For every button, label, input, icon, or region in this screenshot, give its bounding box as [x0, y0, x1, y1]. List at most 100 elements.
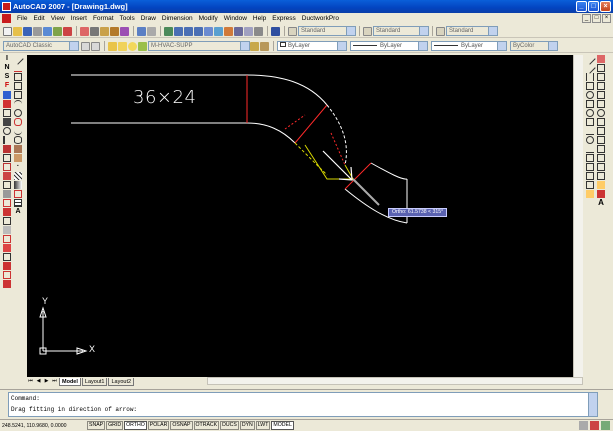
- table-style-select[interactable]: Standard: [446, 26, 498, 36]
- rectangle-icon[interactable]: [14, 91, 22, 99]
- polar-toggle[interactable]: POLAR: [147, 421, 170, 430]
- make-object-layer-current-icon[interactable]: [250, 41, 259, 51]
- ductwork-grille-icon[interactable]: [3, 190, 11, 198]
- list-icon[interactable]: [597, 163, 605, 171]
- ductwork-flex-icon[interactable]: [3, 199, 11, 207]
- ducs-toggle[interactable]: DUCS: [220, 421, 239, 430]
- undo-icon[interactable]: [137, 26, 146, 36]
- snap-toggle[interactable]: SNAP: [87, 421, 106, 430]
- menu-draw[interactable]: Draw: [138, 13, 159, 24]
- spline-edit-icon[interactable]: [597, 82, 605, 90]
- zoom-window-icon[interactable]: [184, 26, 193, 36]
- hatch-icon[interactable]: [14, 172, 22, 180]
- tab-prev-button[interactable]: ◀: [35, 378, 42, 385]
- design-center-icon[interactable]: [214, 26, 223, 36]
- array-icon[interactable]: [586, 91, 594, 99]
- coordinate-readout[interactable]: 248.5241, 110.9680, 0.0000: [2, 423, 87, 429]
- color-select[interactable]: ByLayer: [277, 41, 347, 51]
- save-icon[interactable]: [23, 26, 32, 36]
- stretch-icon[interactable]: [586, 127, 594, 135]
- line-icon[interactable]: [12, 53, 24, 65]
- dyn-toggle[interactable]: DYN: [239, 421, 255, 430]
- sheet-set-icon[interactable]: [234, 26, 243, 36]
- group-icon[interactable]: [597, 64, 605, 72]
- linetype-select[interactable]: ByLayer: [350, 41, 428, 51]
- mirror-icon[interactable]: [586, 73, 594, 81]
- align-icon[interactable]: [597, 118, 605, 126]
- model-toggle[interactable]: MODEL: [271, 421, 294, 430]
- ductwork-fire-damper-icon[interactable]: [3, 253, 11, 261]
- ellipse-icon[interactable]: [14, 136, 22, 144]
- ductwork-help-icon[interactable]: [3, 91, 11, 99]
- table-icon[interactable]: [14, 199, 22, 207]
- menu-modify[interactable]: Modify: [196, 13, 221, 24]
- draworder-icon[interactable]: [597, 55, 605, 63]
- 3d-dwf-icon[interactable]: [63, 26, 72, 36]
- lock-icon[interactable]: [590, 421, 599, 430]
- menu-format[interactable]: Format: [90, 13, 117, 24]
- menu-tools[interactable]: Tools: [117, 13, 138, 24]
- menu-window[interactable]: Window: [221, 13, 250, 24]
- join-icon[interactable]: [586, 163, 594, 171]
- open-icon[interactable]: [13, 26, 22, 36]
- copy-icon[interactable]: [584, 62, 596, 74]
- zoom-previous-icon[interactable]: [194, 26, 203, 36]
- document-icon[interactable]: [2, 14, 11, 23]
- text-style-select[interactable]: Standard: [298, 26, 356, 36]
- lwt-toggle[interactable]: LWT: [255, 421, 271, 430]
- markup-icon[interactable]: [244, 26, 253, 36]
- match-properties-icon[interactable]: [110, 26, 119, 36]
- ductwork-reducer-icon[interactable]: [3, 145, 11, 153]
- properties-icon[interactable]: [204, 26, 213, 36]
- ductwork-size-icon[interactable]: S: [3, 73, 11, 81]
- ductwork-transition-icon[interactable]: [3, 163, 11, 171]
- id-icon[interactable]: [597, 172, 605, 180]
- lengthen-icon[interactable]: [597, 109, 605, 117]
- autocad-app-icon[interactable]: [2, 2, 11, 11]
- dist-icon[interactable]: [597, 145, 605, 153]
- arc-icon[interactable]: [14, 100, 22, 108]
- ductwork-cap-icon[interactable]: [3, 136, 11, 144]
- trim-icon[interactable]: [586, 136, 594, 144]
- command-scrollbar[interactable]: [588, 393, 597, 416]
- chamfer-icon[interactable]: [586, 172, 594, 180]
- menu-express[interactable]: Express: [269, 13, 298, 24]
- paste-icon[interactable]: [100, 26, 109, 36]
- layer-properties-icon[interactable]: [108, 41, 117, 51]
- hatch-edit-icon[interactable]: [597, 100, 605, 108]
- minimize-button[interactable]: _: [576, 1, 587, 12]
- ductwork-new-icon[interactable]: N: [3, 64, 11, 72]
- pan-icon[interactable]: [164, 26, 173, 36]
- block-attr-icon[interactable]: [597, 91, 605, 99]
- menu-view[interactable]: View: [48, 13, 68, 24]
- maximize-button[interactable]: □: [588, 1, 599, 12]
- menu-file[interactable]: File: [14, 13, 30, 24]
- publish-icon[interactable]: [53, 26, 62, 36]
- ductwork-offset-icon[interactable]: [3, 154, 11, 162]
- fillet-icon[interactable]: [586, 181, 594, 189]
- tool-palettes-icon[interactable]: [224, 26, 233, 36]
- layer-select[interactable]: M-HVAC-SUPP: [148, 41, 250, 51]
- attdef-icon[interactable]: [597, 181, 605, 189]
- ductwork-insert-icon[interactable]: I: [3, 55, 11, 63]
- ductwork-volume-icon[interactable]: [3, 262, 11, 270]
- polygon-icon[interactable]: [14, 82, 22, 90]
- spline-icon[interactable]: [14, 127, 22, 135]
- workspace-save-icon[interactable]: [91, 41, 100, 51]
- osnap-toggle[interactable]: OSNAP: [170, 421, 193, 430]
- offset-icon[interactable]: [586, 82, 594, 90]
- zoom-realtime-icon[interactable]: [174, 26, 183, 36]
- ductwork-fitting-icon[interactable]: F: [3, 82, 11, 90]
- drawing-canvas[interactable]: 36×24 Y X Ortho: 61.5738 < 315°: [27, 55, 583, 380]
- explode-icon[interactable]: [586, 190, 594, 198]
- otrack-toggle[interactable]: OTRACK: [193, 421, 220, 430]
- ductwork-elbow-icon[interactable]: [3, 100, 11, 108]
- extend-icon[interactable]: [586, 145, 594, 153]
- polyline-icon[interactable]: [14, 73, 22, 81]
- menu-dimension[interactable]: Dimension: [159, 13, 196, 24]
- tab-layout2[interactable]: Layout2: [108, 377, 135, 386]
- ductwork-diffuser-icon[interactable]: [3, 181, 11, 189]
- command-line[interactable]: Command: Drag fitting in direction of ar…: [8, 392, 598, 417]
- ductwork-boot-icon[interactable]: [3, 208, 11, 216]
- divide-icon[interactable]: [597, 127, 605, 135]
